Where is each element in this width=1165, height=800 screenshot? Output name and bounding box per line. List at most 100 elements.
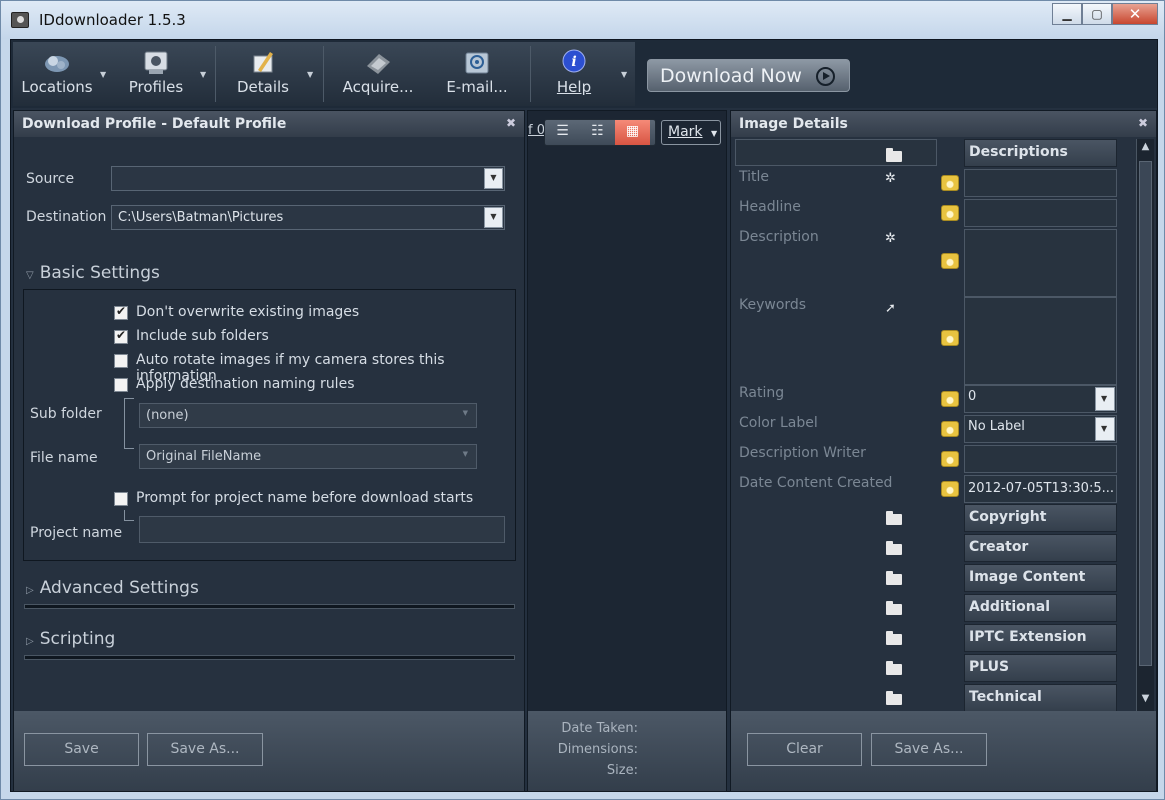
toolbar-separator (323, 46, 324, 102)
details-dropdown-arrow[interactable]: ▼ (307, 70, 313, 79)
toolbar-details-label: Details (236, 78, 289, 96)
rating-combobox[interactable]: 0 ▼ (964, 385, 1117, 413)
mark-button[interactable]: Mark ▼ (661, 120, 721, 145)
profiles-dropdown-arrow[interactable]: ▼ (200, 70, 206, 79)
chevron-down-icon[interactable]: ▼ (484, 168, 503, 189)
folder-icon[interactable] (886, 661, 902, 675)
sub-folder-value: (none) (146, 408, 189, 423)
save-as-button[interactable]: Save As... (147, 733, 263, 766)
toolbar-details-button[interactable]: Details (223, 40, 303, 104)
close-panel-icon[interactable]: ✖ (506, 116, 516, 130)
save-button[interactable]: Save (24, 733, 139, 766)
folder-open-icon[interactable] (886, 148, 902, 162)
folder-icon[interactable] (886, 691, 902, 705)
tab-technical[interactable]: Technical (964, 684, 1117, 712)
lock-icon[interactable] (941, 451, 959, 467)
toolbar-help-label: Help (556, 78, 592, 96)
scroll-up-icon[interactable]: ▲ (1138, 141, 1153, 157)
client-area: Locations ▼ Profiles ▼ Details ▼ Acquire… (10, 39, 1158, 792)
folder-icon[interactable] (886, 631, 902, 645)
scripting-label: Scripting (39, 629, 116, 649)
play-icon (816, 67, 835, 86)
auto-rotate-checkbox[interactable] (114, 354, 128, 368)
expand-triangle-icon: ▷ (26, 636, 34, 647)
chevron-down-icon: ▼ (462, 450, 468, 458)
folder-icon[interactable] (886, 541, 902, 555)
toolbar-help-button[interactable]: i Help (539, 40, 609, 104)
description-textarea[interactable] (964, 229, 1117, 297)
tab-plus[interactable]: PLUS (964, 654, 1117, 682)
dimensions-label: Dimensions: (557, 742, 638, 757)
toolbar-email-button[interactable]: E-mail... (439, 40, 515, 104)
help-dropdown-arrow[interactable]: ▼ (621, 70, 627, 79)
close-panel-icon[interactable]: ✖ (1138, 116, 1148, 130)
title-input[interactable] (964, 169, 1117, 197)
tab-additional[interactable]: Additional (964, 594, 1117, 622)
locations-dropdown-arrow[interactable]: ▼ (100, 70, 106, 79)
detail-view-icon[interactable]: ☷ (580, 120, 615, 145)
collapse-triangle-icon: ▽ (26, 270, 34, 281)
project-name-label: Project name (30, 525, 123, 541)
lock-icon[interactable] (941, 205, 959, 221)
scripting-header[interactable]: ▷ Scripting (26, 629, 115, 649)
scroll-thumb[interactable] (1139, 161, 1152, 666)
chevron-down-icon[interactable]: ▼ (1095, 387, 1115, 411)
basic-settings-header[interactable]: ▽ Basic Settings (26, 263, 160, 283)
lock-icon[interactable] (941, 481, 959, 497)
folder-icon[interactable] (886, 511, 902, 525)
spellcheck-icon[interactable]: ✲ (885, 231, 896, 246)
color-label-value: No Label (968, 419, 1025, 434)
lock-icon[interactable] (941, 391, 959, 407)
lock-icon[interactable] (941, 421, 959, 437)
lock-icon[interactable] (941, 175, 959, 191)
panel-title: Image Details (739, 116, 848, 132)
minimize-button[interactable]: ▁ (1052, 3, 1082, 25)
maximize-button[interactable]: ▢ (1082, 3, 1112, 25)
date-content-created-input[interactable]: 2012-07-05T13:30:5... (964, 475, 1117, 503)
keyword-picker-icon[interactable]: ➚ (885, 301, 896, 316)
details-scrollbar[interactable]: ▲ ▼ (1136, 139, 1154, 711)
thumbnail-view-icon[interactable]: ▦ (615, 120, 650, 145)
destination-combobox[interactable]: C:\Users\Batman\Pictures ▼ (111, 205, 505, 230)
prompt-project-checkbox[interactable] (114, 492, 128, 506)
toolbar-acquire-button[interactable]: Acquire... (333, 40, 423, 104)
list-view-icon[interactable]: ☰ (545, 120, 580, 145)
source-combobox[interactable]: ▼ (111, 166, 505, 191)
tab-iptc-extension[interactable]: IPTC Extension (964, 624, 1117, 652)
toolbar-locations-button[interactable]: Locations (17, 40, 97, 104)
toolbar-profiles-button[interactable]: Profiles (118, 40, 194, 104)
lock-icon[interactable] (941, 253, 959, 269)
project-name-input[interactable] (139, 516, 505, 543)
keywords-textarea[interactable] (964, 297, 1117, 385)
description-writer-input[interactable] (964, 445, 1117, 473)
include-subfolders-checkbox[interactable] (114, 328, 128, 344)
toolbar-locations-label: Locations (21, 78, 93, 96)
tab-creator[interactable]: Creator (964, 534, 1117, 562)
sub-folder-combobox[interactable]: (none) ▼ (139, 403, 477, 428)
download-now-button[interactable]: Download Now (647, 59, 850, 92)
spellcheck-icon[interactable]: ✲ (885, 171, 896, 186)
color-label-combobox[interactable]: No Label ▼ (964, 415, 1117, 443)
chevron-down-icon[interactable]: ▼ (1095, 417, 1115, 441)
tab-copyright[interactable]: Copyright (964, 504, 1117, 532)
lock-icon[interactable] (941, 330, 959, 346)
window-controls: ▁ ▢ ✕ (1052, 3, 1158, 25)
advanced-settings-header[interactable]: ▷ Advanced Settings (26, 578, 199, 598)
tab-image-content[interactable]: Image Content (964, 564, 1117, 592)
scroll-down-icon[interactable]: ▼ (1138, 693, 1153, 709)
headline-input[interactable] (964, 199, 1117, 227)
apply-naming-checkbox[interactable] (114, 378, 128, 392)
tab-descriptions[interactable]: Descriptions (964, 139, 1117, 167)
prompt-project-label: Prompt for project name before download … (136, 490, 474, 506)
save-as-button[interactable]: Save As... (871, 733, 987, 766)
folder-icon[interactable] (886, 571, 902, 585)
apply-naming-label: Apply destination naming rules (136, 376, 355, 392)
folder-icon[interactable] (886, 601, 902, 615)
chevron-down-icon[interactable]: ▼ (484, 207, 503, 228)
close-button[interactable]: ✕ (1112, 3, 1158, 25)
dont-overwrite-checkbox[interactable] (114, 304, 128, 320)
file-name-combobox[interactable]: Original FileName ▼ (139, 444, 477, 469)
clear-button[interactable]: Clear (747, 733, 862, 766)
basic-settings-box: Don't overwrite existing images Include … (23, 289, 516, 561)
help-icon: i (559, 48, 589, 76)
